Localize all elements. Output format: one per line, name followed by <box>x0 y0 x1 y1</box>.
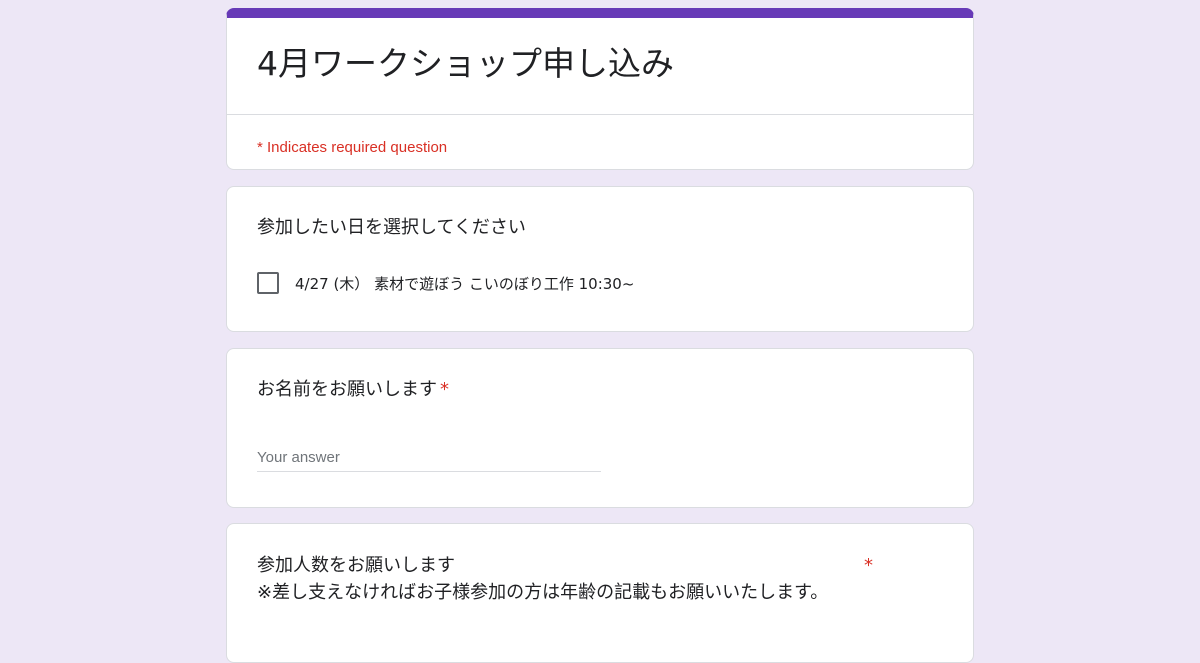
name-answer-input[interactable] <box>257 443 601 472</box>
question-title-text: お名前をお願いします <box>257 379 437 400</box>
required-question-note: * Indicates required question <box>257 139 448 156</box>
checkbox-option-0427[interactable]: 4/27 (木） 素材で遊ぼう こいのぼり工作 10:30~ <box>257 272 634 294</box>
header-divider <box>227 114 973 115</box>
question-card-date: 参加したい日を選択してください 4/27 (木） 素材で遊ぼう こいのぼり工作 … <box>226 186 974 332</box>
form-title: 4月ワークショップ申し込み <box>257 44 674 83</box>
question-card-participants: 参加人数をお願いします * ※差し支えなければお子様参加の方は年齢の記載もお願い… <box>226 523 974 663</box>
required-asterisk: * <box>864 555 873 576</box>
checkbox-option-label: 4/27 (木） 素材で遊ぼう こいのぼり工作 10:30~ <box>295 274 635 293</box>
question-title: 参加人数をお願いします <box>257 555 455 576</box>
question-title: 参加したい日を選択してください <box>257 217 526 238</box>
checkbox-box[interactable] <box>257 272 279 294</box>
question-card-name: お名前をお願いします * <box>226 348 974 508</box>
question-description: ※差し支えなければお子様参加の方は年齢の記載もお願いいたします。 <box>257 582 829 603</box>
required-asterisk: * <box>440 379 449 400</box>
form-header-card: 4月ワークショップ申し込み * Indicates required quest… <box>226 8 974 170</box>
question-title: お名前をお願いします * <box>257 379 449 401</box>
